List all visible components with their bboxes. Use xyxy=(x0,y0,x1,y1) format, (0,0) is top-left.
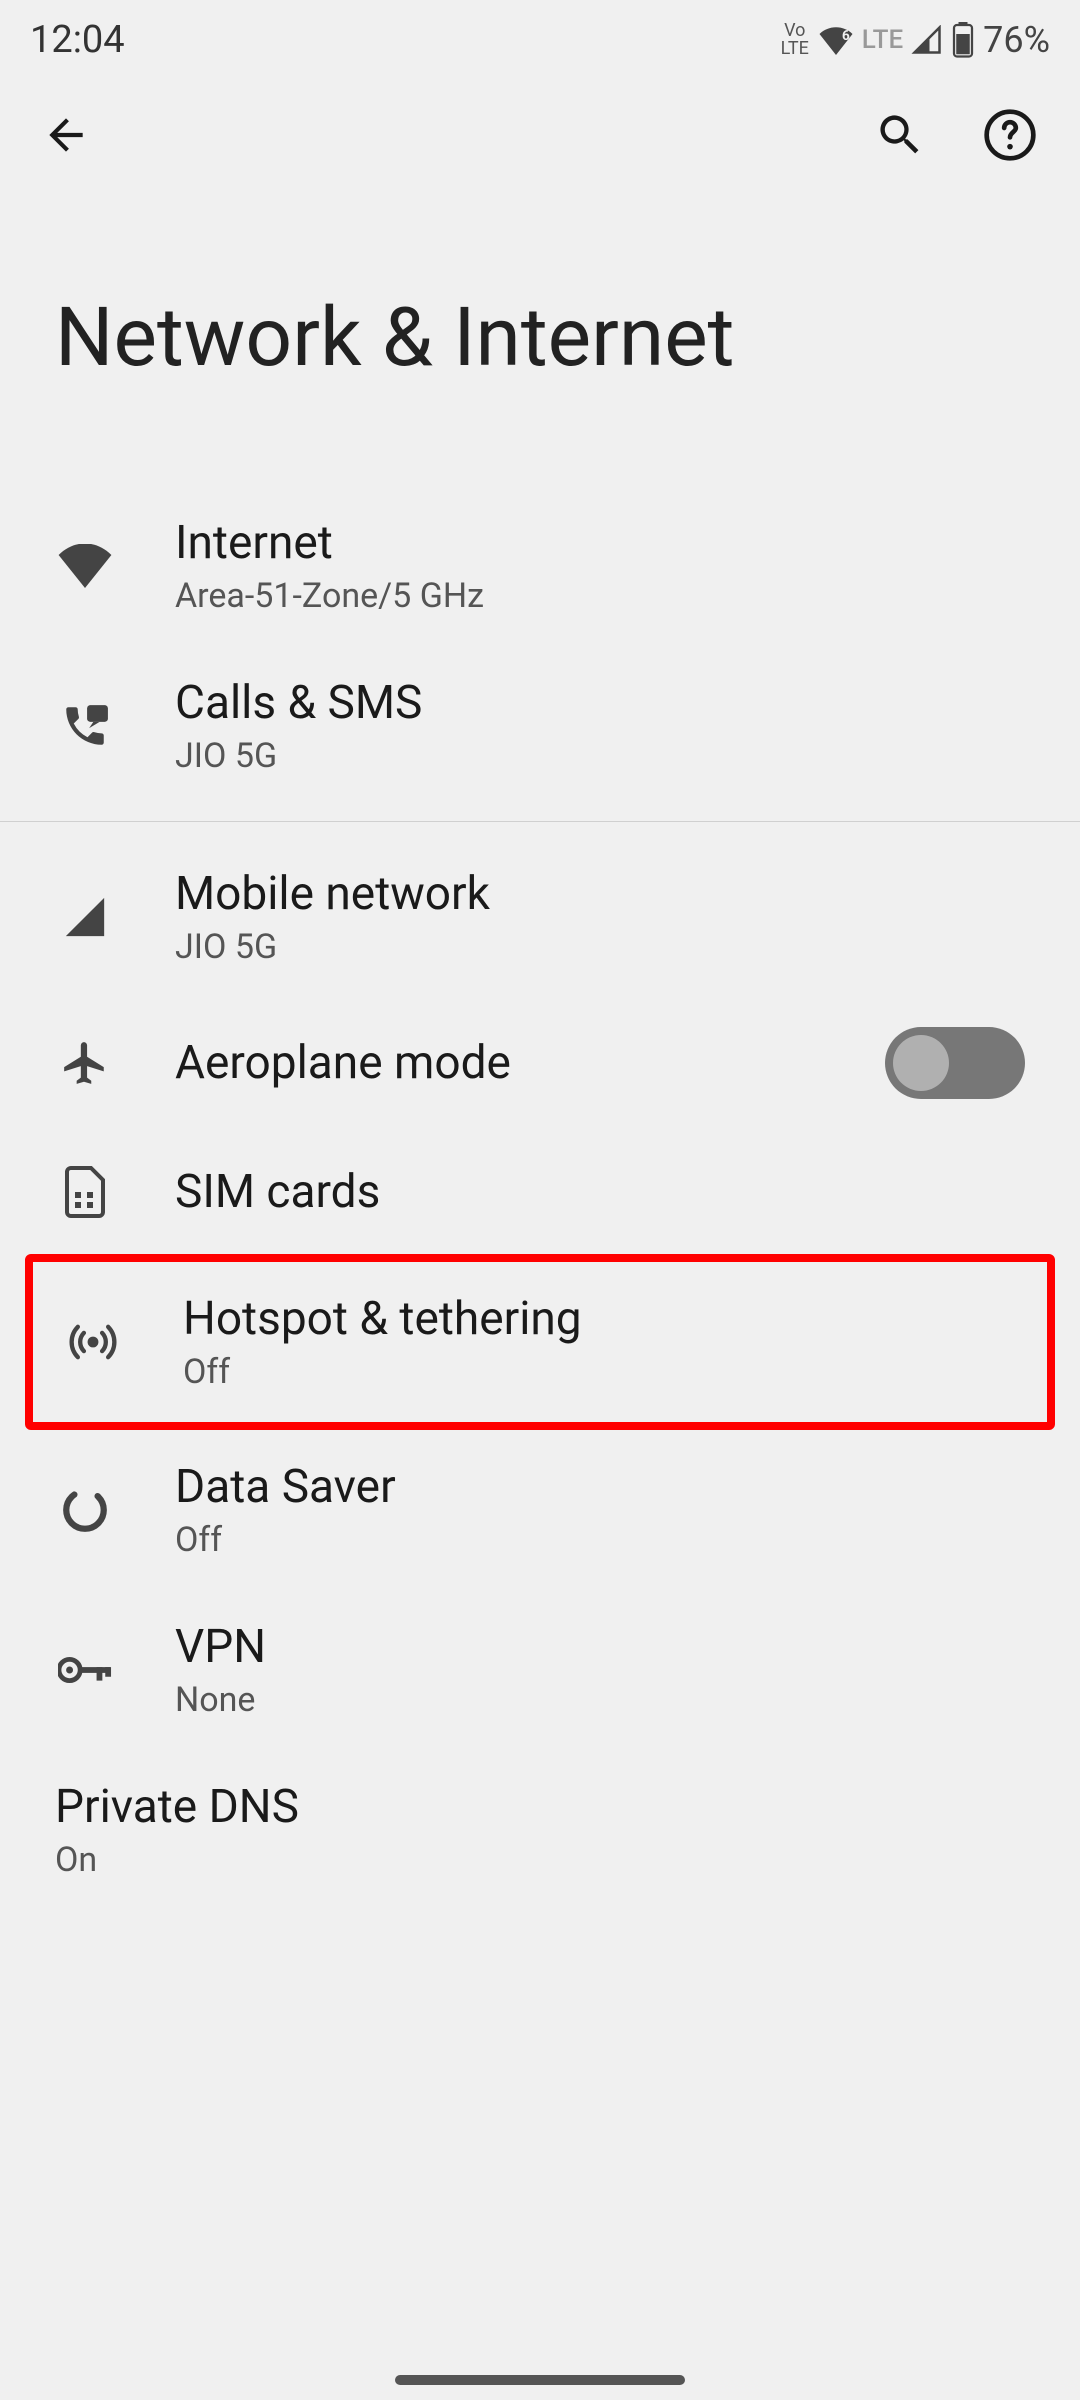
toggle-knob xyxy=(893,1035,949,1091)
setting-title: Internet xyxy=(175,516,1025,570)
airplane-icon xyxy=(55,1033,115,1093)
setting-subtitle: JIO 5G xyxy=(175,736,1025,776)
setting-title: Hotspot & tethering xyxy=(183,1292,1017,1346)
setting-subtitle: Area-51-Zone/5 GHz xyxy=(175,576,1025,616)
setting-title: Aeroplane mode xyxy=(175,1036,885,1090)
setting-aeroplane-mode[interactable]: Aeroplane mode xyxy=(0,997,1080,1129)
battery-percent: 76% xyxy=(983,19,1050,61)
svg-text:6: 6 xyxy=(842,28,850,44)
data-saver-icon xyxy=(55,1480,115,1540)
lte-indicator: LTE xyxy=(862,25,903,55)
setting-title: Private DNS xyxy=(55,1780,1025,1834)
search-button[interactable] xyxy=(860,95,940,175)
setting-subtitle: None xyxy=(175,1680,1025,1720)
signal-icon xyxy=(55,887,115,947)
setting-vpn[interactable]: VPN None xyxy=(0,1590,1080,1750)
volte-indicator: Vo LTE xyxy=(780,22,810,58)
aeroplane-toggle[interactable] xyxy=(885,1027,1025,1099)
setting-subtitle: Off xyxy=(175,1520,1025,1560)
setting-private-dns[interactable]: Private DNS On xyxy=(0,1750,1080,1910)
setting-subtitle: On xyxy=(55,1840,1025,1880)
setting-title: Calls & SMS xyxy=(175,676,1025,730)
back-button[interactable] xyxy=(30,99,102,171)
setting-calls-sms[interactable]: Calls & SMS JIO 5G xyxy=(0,646,1080,806)
setting-mobile-network[interactable]: Mobile network JIO 5G xyxy=(0,837,1080,997)
setting-data-saver[interactable]: Data Saver Off xyxy=(0,1430,1080,1590)
arrow-back-icon xyxy=(41,110,91,160)
gesture-bar[interactable] xyxy=(395,2375,685,2385)
status-bar: 12:04 Vo LTE 6 LTE 76% xyxy=(0,0,1080,80)
wifi-icon xyxy=(55,536,115,596)
setting-title: Mobile network xyxy=(175,867,1025,921)
vpn-key-icon xyxy=(55,1640,115,1700)
setting-title: SIM cards xyxy=(175,1165,1025,1219)
help-icon xyxy=(982,107,1038,163)
status-icons: Vo LTE 6 LTE 76% xyxy=(780,19,1050,61)
divider xyxy=(0,821,1080,822)
settings-list: Internet Area-51-Zone/5 GHz Calls & SMS … xyxy=(0,466,1080,1910)
setting-subtitle: Off xyxy=(183,1352,1017,1392)
status-time: 12:04 xyxy=(30,18,125,62)
setting-title: VPN xyxy=(175,1620,1025,1674)
hotspot-icon xyxy=(63,1312,123,1372)
wifi-icon: 6 xyxy=(818,25,854,55)
setting-title: Data Saver xyxy=(175,1460,1025,1514)
phone-message-icon xyxy=(55,696,115,756)
help-button[interactable] xyxy=(970,95,1050,175)
search-icon xyxy=(874,109,926,161)
page-title: Network & Internet xyxy=(0,190,1080,466)
setting-hotspot-tethering[interactable]: Hotspot & tethering Off xyxy=(25,1254,1055,1430)
battery-icon xyxy=(951,22,975,58)
setting-subtitle: JIO 5G xyxy=(175,927,1025,967)
setting-sim-cards[interactable]: SIM cards xyxy=(0,1129,1080,1254)
signal-icon xyxy=(911,25,943,55)
app-bar xyxy=(0,80,1080,190)
sim-icon xyxy=(55,1162,115,1222)
setting-internet[interactable]: Internet Area-51-Zone/5 GHz xyxy=(0,486,1080,646)
